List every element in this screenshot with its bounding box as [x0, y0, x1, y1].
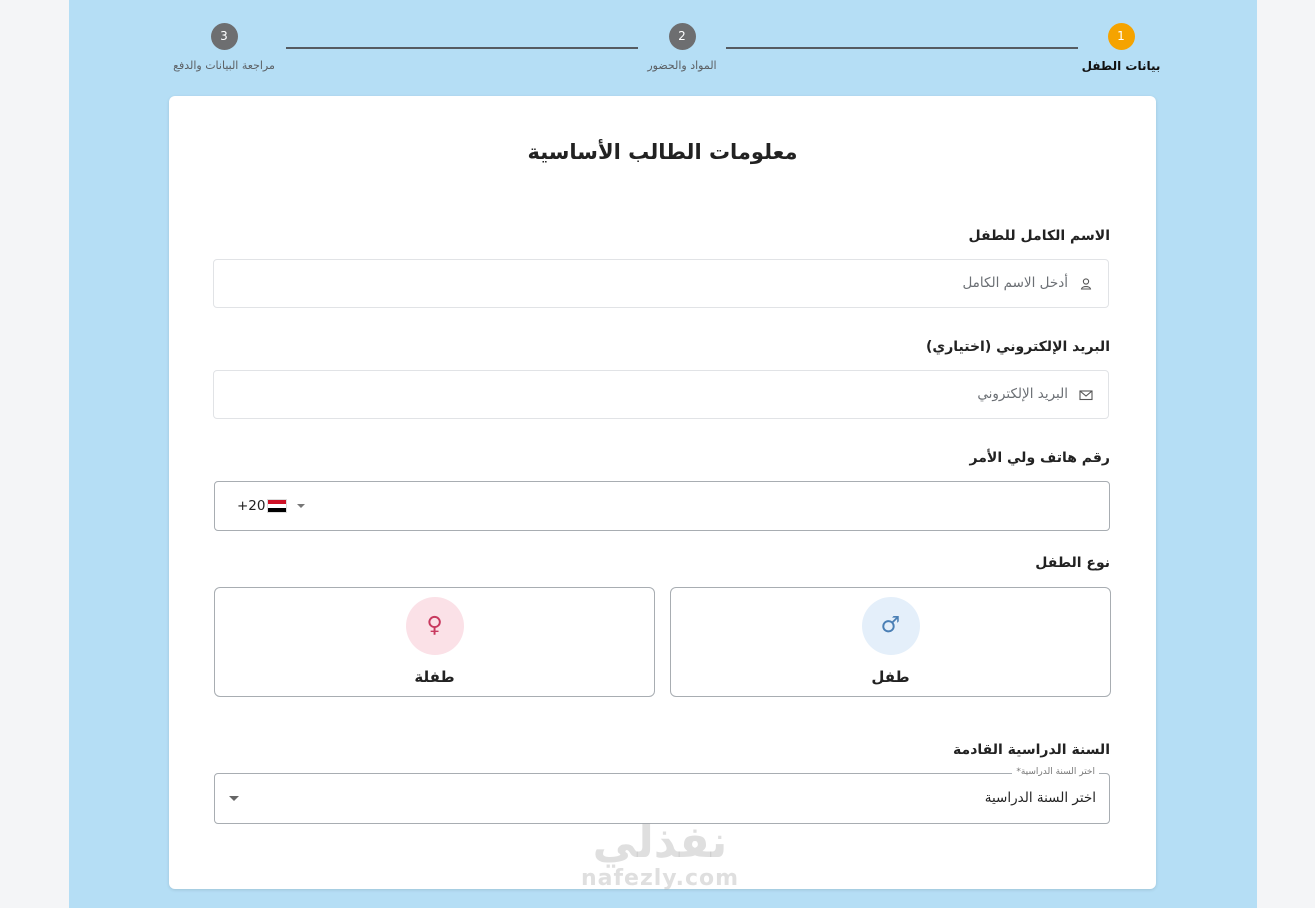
male-icon: ♂	[861, 597, 920, 655]
gender-option-boy[interactable]: ♂ طفل	[670, 587, 1111, 697]
envelope-icon	[1078, 387, 1094, 403]
student-info-card: معلومات الطالب الأساسية الاسم الكامل للط…	[169, 96, 1156, 889]
step-subjects-attendance[interactable]: 2 المواد والحضور	[632, 23, 732, 72]
school-year-value: اختر السنة الدراسية	[984, 790, 1096, 806]
country-code: +20	[237, 498, 266, 514]
country-dropdown-icon[interactable]	[297, 504, 305, 508]
watermark-logo: نفذلي nafezly.com	[560, 818, 760, 890]
step-number: 2	[668, 23, 696, 50]
chevron-down-icon	[229, 796, 239, 801]
user-icon	[1078, 276, 1094, 292]
stepper-connector-2-3	[286, 47, 638, 49]
watermark-subtext: nafezly.com	[580, 866, 740, 891]
gender-option-label: طفلة	[414, 668, 455, 686]
gender-option-girl[interactable]: ♀ طفلة	[214, 587, 655, 697]
email-label: البريد الإلكتروني (اختياري)	[925, 339, 1110, 355]
phone-label: رقم هاتف ولي الأمر	[969, 450, 1110, 466]
step-review-payment[interactable]: 3 مراجعة البيانات والدفع	[160, 23, 288, 72]
step-number: 3	[210, 23, 238, 50]
school-year-label: السنة الدراسية القادمة	[953, 742, 1110, 758]
full-name-input[interactable]: أدخل الاسم الكامل	[213, 259, 1109, 308]
step-label: بيانات الطفل	[1081, 59, 1161, 73]
email-input[interactable]: البريد الإلكتروني	[213, 370, 1109, 419]
email-placeholder: البريد الإلكتروني	[977, 386, 1068, 402]
step-label: المواد والحضور	[647, 59, 717, 72]
gender-option-label: طفل	[871, 668, 910, 686]
school-year-floating-label: اختر السنة الدراسية*	[1012, 767, 1099, 777]
form-title: معلومات الطالب الأساسية	[527, 140, 798, 164]
full-name-placeholder: أدخل الاسم الكامل	[962, 275, 1068, 291]
watermark-text: نفذلي	[592, 817, 728, 868]
gender-label: نوع الطفل	[1035, 555, 1110, 571]
step-label: مراجعة البيانات والدفع	[173, 59, 275, 72]
step-child-info[interactable]: 1 بيانات الطفل	[1078, 23, 1164, 73]
egypt-flag-icon[interactable]	[267, 499, 287, 513]
stepper-connector-1-2	[726, 47, 1078, 49]
step-number: 1	[1107, 23, 1135, 50]
phone-input[interactable]: +20	[214, 481, 1110, 531]
full-name-label: الاسم الكامل للطفل	[968, 228, 1110, 244]
female-icon: ♀	[405, 597, 464, 655]
